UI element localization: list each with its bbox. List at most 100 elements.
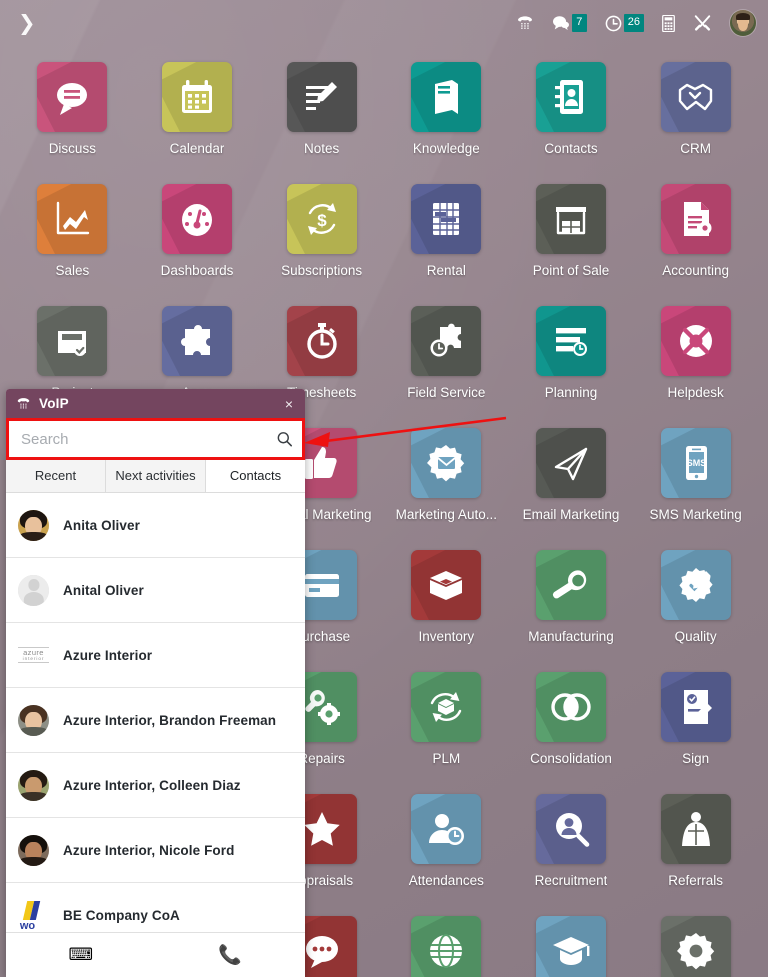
- app-label: Manufacturing: [528, 629, 614, 644]
- voip-contacts-list[interactable]: Anita Oliver Anital Oliver azure interior Az…: [6, 493, 305, 932]
- tools-icon[interactable]: [693, 14, 712, 32]
- app-tile-calendar[interactable]: Calendar: [135, 62, 260, 184]
- contact-name: Azure Interior: [63, 647, 153, 663]
- close-icon[interactable]: ×: [281, 395, 297, 413]
- contact-row[interactable]: Azure Interior, Nicole Ford: [6, 818, 305, 883]
- open-box-icon: [411, 550, 482, 620]
- app-tile-referrals[interactable]: Referrals: [633, 794, 758, 916]
- book-icon: [411, 62, 482, 132]
- app-label: Referrals: [668, 873, 724, 888]
- activities-badge: 26: [623, 14, 644, 32]
- paper-plane-icon: [535, 428, 606, 498]
- app-tile-sms-marketing[interactable]: SMS SMS Marketing: [633, 428, 758, 550]
- messages-badge: 7: [571, 14, 587, 32]
- contact-row[interactable]: wo BE Company CoA: [6, 883, 305, 932]
- app-label: Notes: [304, 141, 340, 156]
- folder-check-icon: [37, 306, 108, 376]
- superhero-icon: [660, 794, 731, 864]
- voip-phone-icon[interactable]: [516, 15, 534, 32]
- app-tile-notes[interactable]: Notes: [259, 62, 384, 184]
- voip-tab-recent[interactable]: Recent: [6, 460, 106, 492]
- contact-row[interactable]: azure interior Azure Interior: [6, 623, 305, 688]
- app-label: Attendances: [408, 873, 484, 888]
- puzzle-clock-icon: [411, 306, 482, 376]
- avatar: wo: [18, 899, 49, 931]
- app-label: Accounting: [662, 263, 730, 278]
- contact-name: Azure Interior, Nicole Ford: [63, 842, 235, 858]
- contact-name: BE Company CoA: [63, 907, 180, 923]
- svg-text:SMS: SMS: [686, 458, 706, 468]
- stopwatch-icon: [286, 306, 357, 376]
- contact-row[interactable]: Anital Oliver: [6, 558, 305, 623]
- app-tile-manufacturing[interactable]: Manufacturing: [509, 550, 634, 672]
- app-tile-crm[interactable]: CRM: [633, 62, 758, 184]
- topbar-systray: 7 26: [516, 10, 756, 36]
- app-label: Dashboards: [160, 263, 234, 278]
- wrench-icon: [535, 550, 606, 620]
- app-tile-field-service[interactable]: Field Service: [384, 306, 509, 428]
- voip-panel-title: VoIP: [39, 396, 69, 411]
- app-label: Sign: [682, 751, 710, 766]
- contact-row[interactable]: Azure Interior, Brandon Freeman: [6, 688, 305, 753]
- person-clock-icon: [411, 794, 482, 864]
- app-tile-knowledge[interactable]: Knowledge: [384, 62, 509, 184]
- chart-arrow-up-icon: [37, 184, 108, 254]
- voip-tab-contacts[interactable]: Contacts: [206, 460, 305, 492]
- app-tile-contacts[interactable]: Contacts: [509, 62, 634, 184]
- app-tile-email-marketing[interactable]: Email Marketing: [509, 428, 634, 550]
- sms-phone-icon: SMS: [660, 428, 731, 498]
- badge-pencil-icon: [660, 550, 731, 620]
- voip-tabs: Recent Next activities Contacts: [6, 460, 305, 493]
- app-tile-sign[interactable]: Sign: [633, 672, 758, 794]
- app-label: Recruitment: [534, 873, 608, 888]
- app-label: SMS Marketing: [649, 507, 742, 522]
- app-tile-quality[interactable]: Quality: [633, 550, 758, 672]
- app-tile-inventory[interactable]: Inventory: [384, 550, 509, 672]
- keyboard-icon[interactable]: ⌨: [6, 933, 156, 977]
- app-tile-accounting[interactable]: Accounting: [633, 184, 758, 306]
- app-label: Rental: [426, 263, 466, 278]
- app-label: Consolidation: [530, 751, 612, 766]
- app-tile-marketing-auto[interactable]: Marketing Auto...: [384, 428, 509, 550]
- search-icon[interactable]: [276, 431, 293, 448]
- app-label: Marketing Auto...: [395, 507, 497, 522]
- app-label: Helpdesk: [667, 385, 724, 400]
- app-tile-elearning[interactable]: eLearning: [509, 916, 634, 977]
- app-tile-subscriptions[interactable]: $ Subscriptions: [259, 184, 384, 306]
- graduation-icon: [535, 916, 606, 977]
- planning-bars-icon: [535, 306, 606, 376]
- recurring-dollar-icon: $: [286, 184, 357, 254]
- calculator-icon[interactable]: [662, 14, 675, 32]
- voip-search-container: [6, 418, 305, 460]
- app-tile-rental[interactable]: Rental: [384, 184, 509, 306]
- app-tile-dashboards[interactable]: Dashboards: [135, 184, 260, 306]
- messages-systray-item[interactable]: 7: [552, 14, 587, 32]
- voip-tab-next-activities[interactable]: Next activities: [106, 460, 206, 492]
- phone-handset-icon[interactable]: 📞: [156, 933, 306, 977]
- app-tile-recruitment[interactable]: Recruitment: [509, 794, 634, 916]
- app-tile-sales[interactable]: Sales: [10, 184, 135, 306]
- app-tile-helpdesk[interactable]: Helpdesk: [633, 306, 758, 428]
- app-tile-settings[interactable]: Settings: [633, 916, 758, 977]
- app-label: Knowledge: [412, 141, 480, 156]
- handshake-icon: [660, 62, 731, 132]
- chevron-right-icon[interactable]: ❯: [10, 9, 44, 38]
- contact-row[interactable]: Azure Interior, Colleen Diaz: [6, 753, 305, 818]
- puzzle-icon: [161, 306, 232, 376]
- topbar-left-group: ❯: [10, 9, 44, 38]
- app-tile-plm[interactable]: PLM: [384, 672, 509, 794]
- app-tile-attendances[interactable]: Attendances: [384, 794, 509, 916]
- app-tile-website[interactable]: Website: [384, 916, 509, 977]
- avatar: [18, 769, 49, 801]
- app-tile-point-of-sale[interactable]: Point of Sale: [509, 184, 634, 306]
- app-label: Discuss: [48, 141, 96, 156]
- app-tile-consolidation[interactable]: Consolidation: [509, 672, 634, 794]
- app-label: Inventory: [418, 629, 475, 644]
- search-input[interactable]: [9, 421, 302, 457]
- voip-phone-icon: [16, 397, 31, 411]
- app-tile-discuss[interactable]: Discuss: [10, 62, 135, 184]
- contact-row[interactable]: Anita Oliver: [6, 493, 305, 558]
- app-tile-planning[interactable]: Planning: [509, 306, 634, 428]
- user-avatar[interactable]: [730, 10, 756, 36]
- activities-systray-item[interactable]: 26: [605, 14, 644, 32]
